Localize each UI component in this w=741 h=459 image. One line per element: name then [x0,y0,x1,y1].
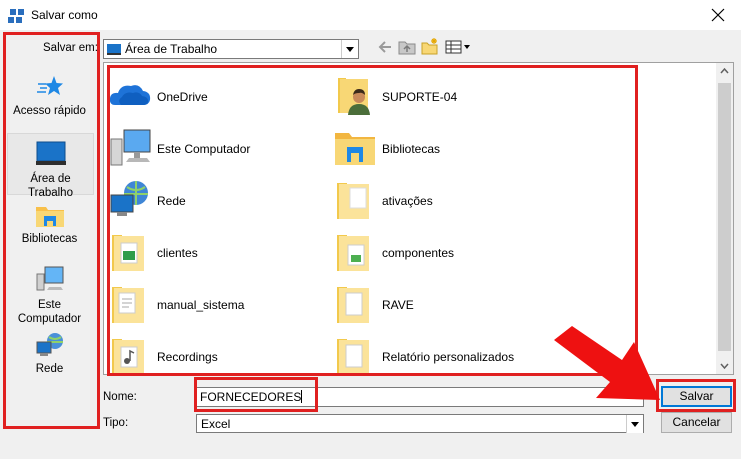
file-name: Relatório personalizados [382,350,515,364]
view-menu-icon[interactable] [445,40,471,54]
place-label: Área de Trabalho [28,173,73,199]
window-title: Salvar como [31,8,98,22]
desktop-icon [35,141,66,165]
save-button[interactable]: Salvar [661,386,732,407]
scroll-thumb[interactable] [718,83,731,351]
libraries-icon [35,207,64,227]
desktop-icon [107,44,121,55]
place-label: Acesso rápido [13,105,86,117]
folder-icon [112,235,144,271]
file-name: Recordings [157,350,218,364]
file-name: Rede [157,194,186,208]
text-caret [301,390,303,403]
onedrive-icon [109,85,151,105]
filetype-value: Excel [201,417,231,431]
place-libraries[interactable]: Bibliotecas [6,204,93,246]
network-icon [36,333,63,356]
computer-icon [36,266,63,291]
location-value: Área de Trabalho [125,42,218,56]
folder-icon [112,339,144,375]
app-icon [8,9,24,23]
back-icon[interactable] [377,40,393,54]
network-icon [110,181,148,216]
filename-label: Nome: [103,391,137,403]
close-button[interactable] [695,0,741,30]
place-this-pc[interactable]: Este Computador [6,266,93,326]
folder-icon [337,235,369,271]
file-name: manual_sistema [157,298,245,312]
chevron-down-icon[interactable] [341,40,358,58]
file-name: SUPORTE-04 [382,90,458,104]
red-arrow-icon [554,326,660,400]
place-quick-access[interactable]: Acesso rápido [6,74,93,118]
file-name: Bibliotecas [382,142,441,156]
folder-icon [112,287,144,323]
new-folder-icon[interactable] [421,38,439,55]
place-label: Bibliotecas [21,233,78,245]
file-name: OneDrive [157,90,208,104]
file-name: RAVE [382,298,414,312]
folder-icon [337,183,369,219]
up-folder-icon[interactable] [398,40,416,55]
place-label: Este Computador [17,299,82,325]
file-name: clientes [157,246,198,260]
place-label: Rede [35,363,64,375]
vertical-scrollbar[interactable] [716,63,733,374]
user-folder-icon [338,78,370,115]
save-in-label: Salvar em: [43,42,98,54]
star-icon [36,76,63,95]
scroll-up-icon[interactable] [716,63,733,80]
file-name: Este Computador [157,142,251,156]
scroll-down-icon[interactable] [716,357,733,374]
filetype-label: Tipo: [103,417,129,429]
title-bar: Salvar como [0,0,741,30]
file-name: componentes [382,246,455,260]
cancel-button[interactable]: Cancelar [661,412,732,433]
filename-value: FORNECEDORES [200,390,302,404]
filetype-dropdown[interactable]: Excel [196,414,644,433]
folder-icon [337,339,369,375]
place-desktop[interactable]: Área de Trabalho [7,133,94,199]
location-dropdown[interactable]: Área de Trabalho [103,39,359,59]
libraries-icon [335,133,375,165]
chevron-down-icon[interactable] [626,415,643,433]
place-network[interactable]: Rede [6,332,93,376]
computer-icon [110,129,151,166]
file-name: ativações [382,194,433,208]
close-icon [711,8,725,22]
folder-icon [337,287,369,323]
